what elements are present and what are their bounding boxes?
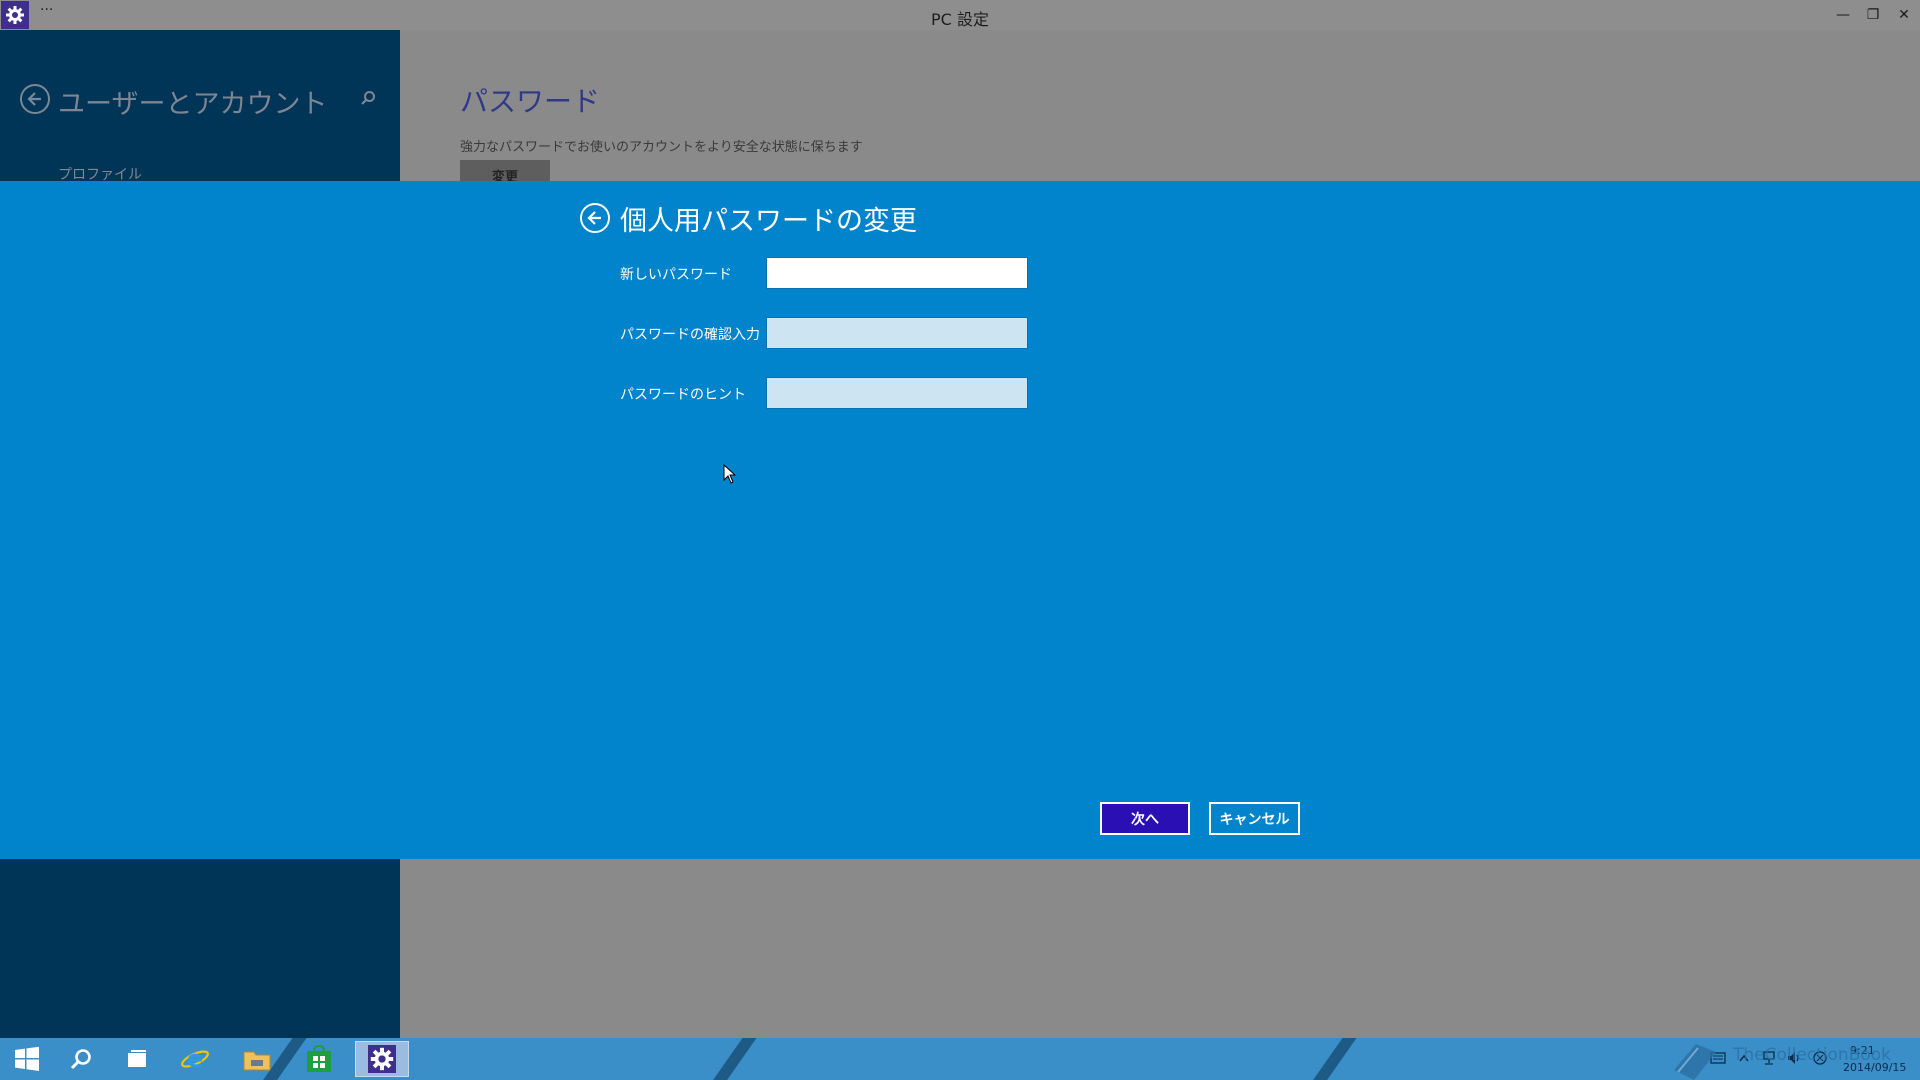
page-title: パスワード xyxy=(460,85,601,118)
svg-text:e: e xyxy=(187,1045,203,1073)
internet-explorer-icon[interactable]: e xyxy=(168,1041,222,1077)
new-password-label: 新しいパスワード xyxy=(620,267,732,283)
password-description: 強力なパスワードでお使いのアカウントをより安全な状態に保ちます xyxy=(460,140,863,155)
taskbar-decoration xyxy=(707,1038,757,1080)
taskbar: e 9:21 2014/09/15 xyxy=(0,1038,1920,1080)
title-bar: ··· PC 設定 — ❐ ✕ xyxy=(0,0,1920,30)
cancel-button[interactable]: キャンセル xyxy=(1209,802,1300,835)
sidebar-title: ユーザーとアカウント xyxy=(58,89,328,120)
close-button[interactable]: ✕ xyxy=(1889,3,1919,27)
confirm-password-label: パスワードの確認入力 xyxy=(620,327,760,343)
clock-time[interactable]: 9:21 xyxy=(1850,1044,1875,1057)
action-center-icon[interactable] xyxy=(1812,1050,1828,1066)
next-button[interactable]: 次へ xyxy=(1100,802,1190,835)
search-icon[interactable] xyxy=(360,90,376,110)
restore-button[interactable]: ❐ xyxy=(1858,3,1888,27)
change-password-dialog: 個人用パスワードの変更 新しいパスワード パスワードの確認入力 パスワードのヒン… xyxy=(0,181,1920,859)
back-arrow-icon[interactable] xyxy=(580,203,610,233)
volume-icon[interactable] xyxy=(1786,1050,1802,1066)
task-view-icon[interactable] xyxy=(110,1041,164,1077)
confirm-password-input[interactable] xyxy=(766,317,1028,349)
password-hint-input[interactable] xyxy=(766,377,1028,409)
file-explorer-icon[interactable] xyxy=(230,1041,284,1077)
password-hint-label: パスワードのヒント xyxy=(620,387,746,403)
keyboard-icon[interactable] xyxy=(1710,1050,1726,1066)
back-arrow-icon[interactable] xyxy=(20,84,50,114)
taskbar-decoration xyxy=(1307,1038,1357,1080)
new-password-input[interactable] xyxy=(766,257,1028,289)
store-icon[interactable] xyxy=(292,1041,346,1077)
clock-date[interactable]: 2014/09/15 xyxy=(1843,1061,1906,1074)
dialog-title: 個人用パスワードの変更 xyxy=(620,206,917,237)
network-icon[interactable] xyxy=(1762,1050,1778,1066)
settings-icon[interactable] xyxy=(355,1041,409,1077)
minimize-button[interactable]: — xyxy=(1828,3,1858,27)
show-hidden-icons-icon[interactable] xyxy=(1736,1050,1752,1066)
start-icon[interactable] xyxy=(0,1041,54,1077)
search-icon[interactable] xyxy=(54,1041,108,1077)
mouse-pointer-icon xyxy=(723,463,737,488)
window-title: PC 設定 xyxy=(931,10,989,29)
